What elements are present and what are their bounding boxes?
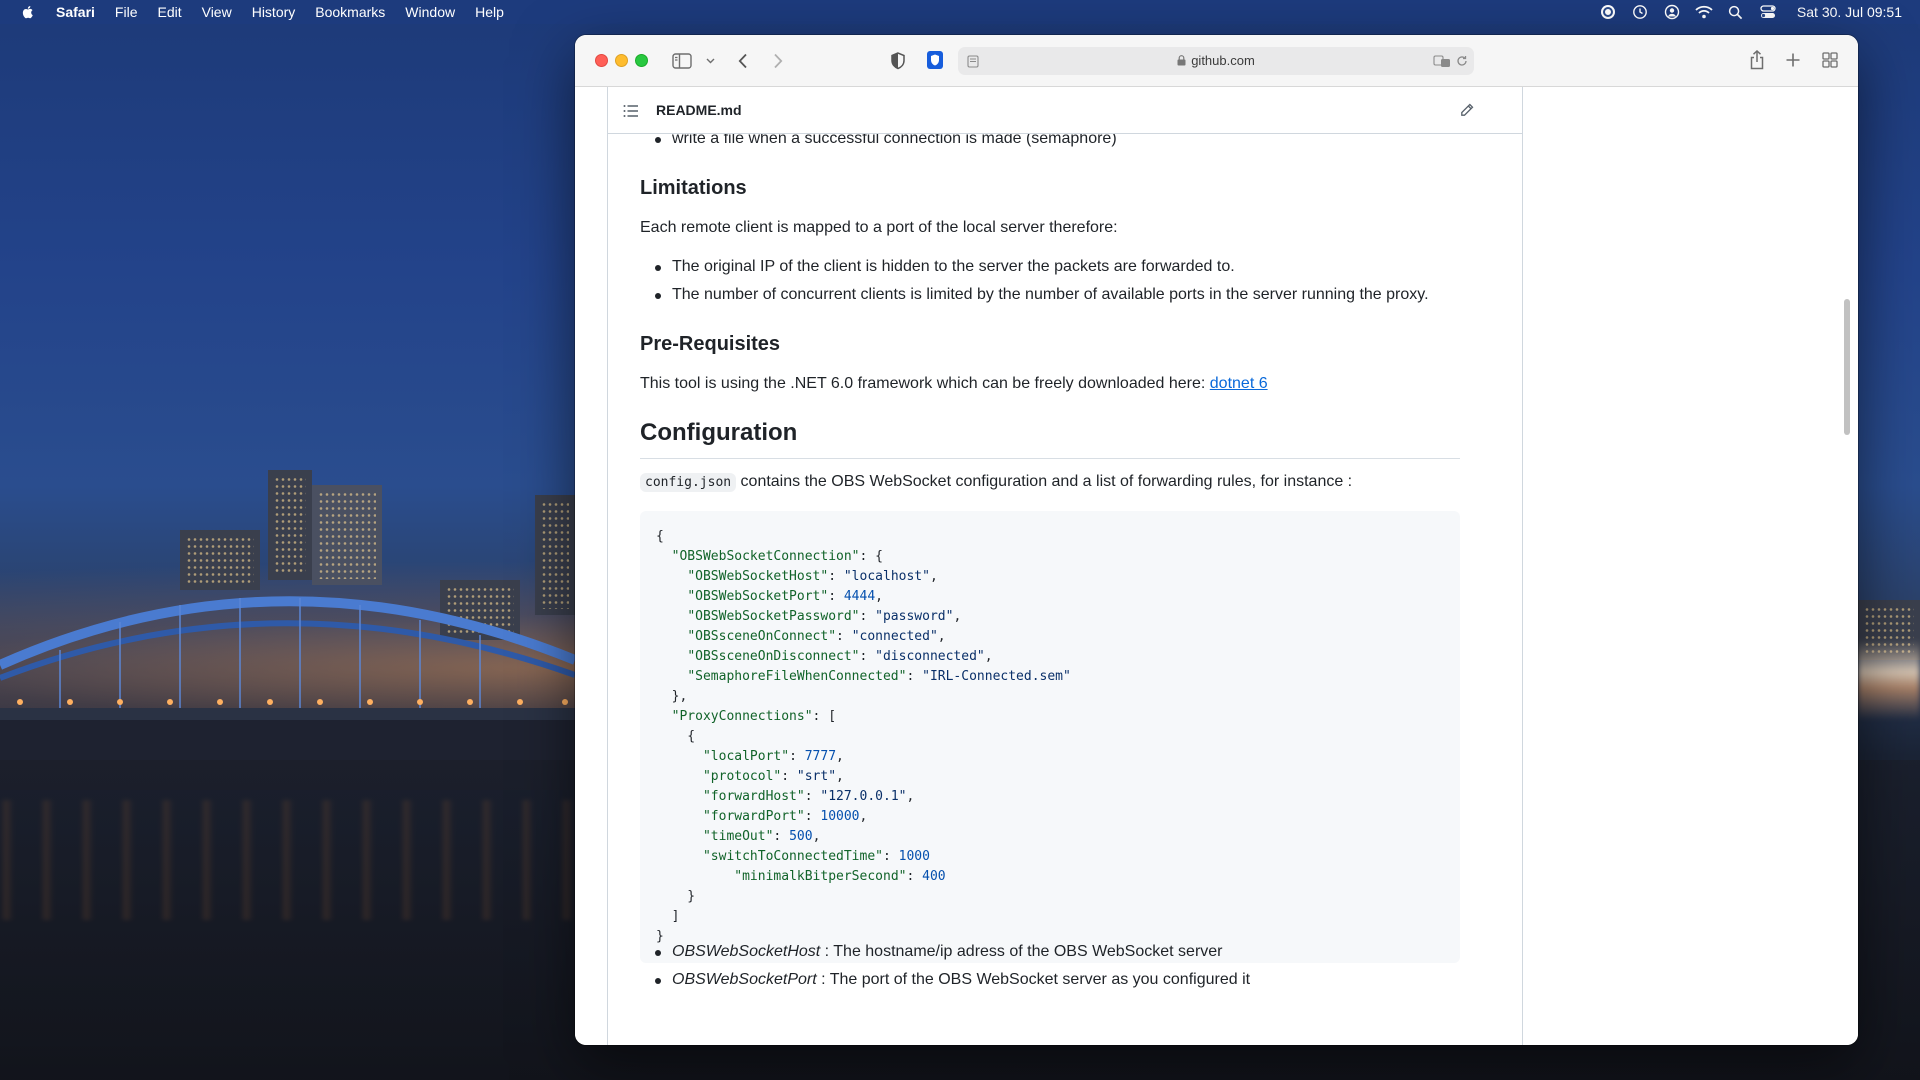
edit-pencil-icon[interactable] <box>1458 101 1476 119</box>
code-line: { <box>656 529 664 544</box>
code-line: "minimalkBitperSecond": 400 <box>734 869 946 884</box>
code-line: "forwardPort": 10000, <box>702 809 868 824</box>
definition-list-item: OBSWebSocketPort : The port of the OBS W… <box>655 968 1492 992</box>
menu-help[interactable]: Help <box>475 4 504 20</box>
readme-header: README.md <box>608 87 1522 134</box>
new-tab-plus-icon[interactable] <box>1783 50 1803 70</box>
forward-arrow-icon[interactable] <box>768 50 788 72</box>
control-center-icon[interactable] <box>1759 3 1777 21</box>
user-account-icon[interactable] <box>1663 3 1681 21</box>
code-line: "OBSWebSocketHost": "localhost", <box>687 569 938 584</box>
web-page-content: README.md write a file when a successful… <box>575 87 1858 1045</box>
safari-window: github.com README.md write a file when a… <box>575 35 1858 1045</box>
time-machine-icon[interactable] <box>1631 3 1649 21</box>
list-item: The number of concurrent clients is limi… <box>655 283 1492 307</box>
code-line: "OBSWebSocketPort": 4444, <box>687 589 883 604</box>
list-item: The original IP of the client is hidden … <box>655 255 1492 279</box>
heading-prerequisites: Pre-Requisites <box>640 333 781 355</box>
window-close-button[interactable] <box>595 54 608 67</box>
password-manager-extension-icon[interactable] <box>924 49 946 71</box>
definition-list-item: OBSWebSocketHost : The hostname/ip adres… <box>655 940 1492 964</box>
translate-icon[interactable] <box>1433 53 1451 69</box>
menu-view[interactable]: View <box>202 4 232 20</box>
window-minimize-button[interactable] <box>615 54 628 67</box>
code-line: "localPort": 7777, <box>702 749 844 764</box>
code-line: "switchToConnectedTime": 1000 <box>702 849 930 864</box>
menu-bar: Safari File Edit View History Bookmarks … <box>0 0 1920 24</box>
code-line: "OBSsceneOnDisconnect": "disconnected", <box>687 649 993 664</box>
code-line: "timeOut": 500, <box>702 829 821 844</box>
wifi-icon[interactable] <box>1695 3 1713 21</box>
code-line: "ProxyConnections": [ <box>671 709 837 724</box>
code-line: { <box>656 729 696 744</box>
paragraph-limitations-intro: Each remote client is mapped to a port o… <box>640 219 1118 236</box>
code-line: ] <box>656 909 680 924</box>
heading-limitations: Limitations <box>640 177 747 199</box>
code-line: "OBSWebSocketConnection": { <box>671 549 883 564</box>
table-of-contents-icon[interactable] <box>622 102 640 120</box>
code-line: "protocol": "srt", <box>702 769 844 784</box>
code-line: "SemaphoreFileWhenConnected": "IRL-Conne… <box>687 669 1071 684</box>
menu-window[interactable]: Window <box>405 4 455 20</box>
definition-term: OBSWebSocketPort <box>672 971 817 988</box>
code-line: } <box>656 889 696 904</box>
config-intro-text: contains the OBS WebSocket configuration… <box>736 473 1353 490</box>
code-line: "OBSsceneOnConnect": "connected", <box>687 629 946 644</box>
heading-configuration: Configuration <box>640 418 1460 459</box>
code-line: }, <box>656 689 688 704</box>
code-line: "forwardHost": "127.0.0.1", <box>702 789 915 804</box>
sidebar-toggle-icon[interactable] <box>671 51 693 71</box>
tab-overview-icon[interactable] <box>1820 50 1840 70</box>
dotnet-6-link[interactable]: dotnet 6 <box>1210 375 1268 392</box>
definition-desc: : The port of the OBS WebSocket server a… <box>816 971 1251 988</box>
menu-history[interactable]: History <box>252 4 296 20</box>
page-scrollbar[interactable] <box>1844 299 1850 435</box>
menu-bar-clock[interactable]: Sat 30. Jul 09:51 <box>1797 4 1902 20</box>
reload-icon[interactable] <box>1455 53 1469 69</box>
address-bar[interactable]: github.com <box>958 47 1474 75</box>
inline-code-config-json: config.json <box>640 473 737 492</box>
paragraph-prerequisites: This tool is using the .NET 6.0 framewor… <box>640 372 1492 396</box>
wallpaper-light-trails <box>1858 640 1920 720</box>
wallpaper-bridge <box>0 596 575 790</box>
back-arrow-icon[interactable] <box>733 50 753 72</box>
definition-term: OBSWebSocketHost <box>672 943 821 960</box>
apple-menu-icon[interactable] <box>20 4 36 20</box>
menu-bookmarks[interactable]: Bookmarks <box>315 4 385 20</box>
share-icon[interactable] <box>1747 48 1767 72</box>
readme-filename: README.md <box>656 102 742 118</box>
chevron-down-icon[interactable] <box>705 55 715 67</box>
code-line: "OBSWebSocketPassword": "password", <box>687 609 962 624</box>
url-text: github.com <box>1191 53 1255 68</box>
privacy-shield-icon[interactable] <box>887 50 909 72</box>
spotlight-search-icon[interactable] <box>1727 3 1745 21</box>
window-zoom-button[interactable] <box>635 54 648 67</box>
paragraph-config-intro: config.json contains the OBS WebSocket c… <box>640 470 1492 495</box>
address-bar-url[interactable]: github.com <box>958 47 1474 75</box>
browser-toolbar: github.com <box>575 35 1858 87</box>
status-app-icon[interactable] <box>1599 3 1617 21</box>
menu-edit[interactable]: Edit <box>157 4 181 20</box>
lock-icon <box>1177 55 1186 66</box>
menu-app-name[interactable]: Safari <box>56 4 95 20</box>
readme-panel: README.md write a file when a successful… <box>607 87 1523 1045</box>
prereq-text: This tool is using the .NET 6.0 framewor… <box>640 375 1210 392</box>
menu-file[interactable]: File <box>115 4 138 20</box>
definition-desc: : The hostname/ip adress of the OBS WebS… <box>820 943 1223 960</box>
config-code-block[interactable]: { "OBSWebSocketConnection": { "OBSWebSoc… <box>640 511 1460 963</box>
